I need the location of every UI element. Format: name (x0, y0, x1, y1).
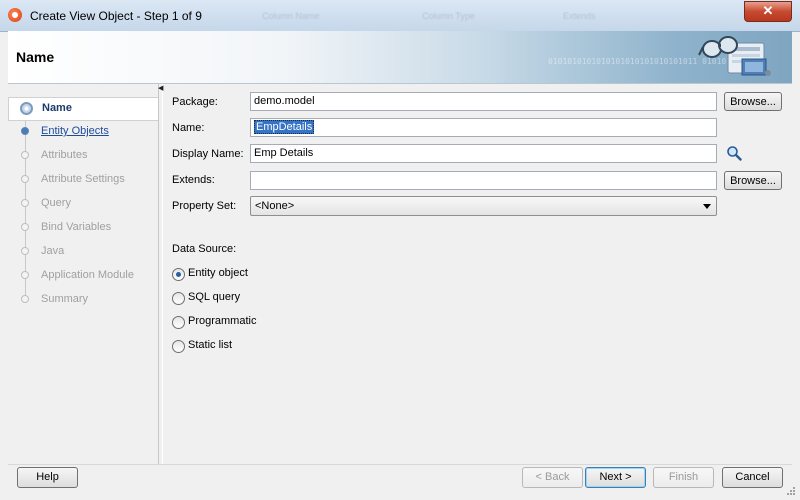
step-dot-icon (21, 199, 29, 207)
step-bind-variables: Bind Variables (8, 217, 158, 239)
chevron-down-icon (703, 204, 711, 209)
radio-icon (172, 316, 185, 329)
app-icon (8, 8, 22, 22)
data-source-label: Data Source: (172, 243, 237, 255)
step-dot-icon (21, 151, 29, 159)
step-application-module: Application Module (8, 265, 158, 287)
property-set-value: <None> (255, 200, 295, 212)
footer-divider (8, 464, 792, 465)
wizard-steps: Name Entity Objects Attributes Attribute… (8, 84, 159, 464)
cancel-button[interactable]: Cancel (722, 467, 783, 488)
title-bar: Create View Object - Step 1 of 9 Column … (0, 0, 800, 32)
radio-label: Programmatic (188, 315, 257, 327)
package-browse-button[interactable]: Browse... (724, 92, 782, 111)
name-value: EmpDetails (254, 120, 315, 134)
radio-label: Entity object (188, 267, 248, 279)
resize-grip-icon[interactable] (786, 486, 796, 496)
step-entity-objects[interactable]: Entity Objects (8, 121, 158, 143)
package-label: Package: (172, 96, 218, 108)
name-label: Name: (172, 122, 205, 134)
radio-label: SQL query (188, 291, 241, 303)
faint-title-1: Column Name (262, 11, 320, 21)
step-label: Name (42, 102, 72, 114)
step-dot-icon (21, 271, 29, 279)
faint-title-3: Extends (563, 11, 596, 21)
panel-splitter[interactable]: ◀ (158, 84, 163, 464)
step-dot-icon (21, 295, 29, 303)
finish-button[interactable]: Finish (653, 467, 714, 488)
extends-browse-button[interactable]: Browse... (724, 171, 782, 190)
faint-title-2: Column Type (422, 11, 475, 21)
step-label: Attribute Settings (41, 173, 125, 185)
wizard-glasses-icon (698, 36, 771, 76)
property-set-label: Property Set: (172, 200, 237, 212)
extends-field[interactable] (250, 171, 717, 190)
back-button[interactable]: < Back (522, 467, 583, 488)
step-dot-icon (21, 247, 29, 255)
step-dot-icon (21, 223, 29, 231)
step-label: Query (41, 197, 71, 209)
search-icon[interactable] (726, 145, 742, 161)
radio-label: Static list (188, 339, 233, 351)
step-java: Java (8, 241, 158, 263)
step-query: Query (8, 193, 158, 215)
step-current-icon (20, 102, 33, 115)
step-summary: Summary (8, 289, 158, 311)
step-label: Attributes (41, 149, 88, 161)
close-button[interactable]: ✕ (744, 1, 792, 22)
step-label: Summary (41, 293, 89, 305)
display-name-label: Display Name: (172, 148, 244, 160)
step-label: Application Module (41, 269, 134, 281)
radio-icon (172, 292, 185, 305)
radio-selected-icon (172, 268, 185, 281)
step-dot-icon (21, 127, 29, 135)
page-title: Name (16, 49, 55, 65)
package-field[interactable]: demo.model (250, 92, 717, 111)
window-title: Create View Object - Step 1 of 9 (30, 9, 202, 23)
collapse-arrow-icon: ◀ (158, 85, 164, 92)
step-label: Entity Objects (41, 125, 109, 137)
step-name[interactable]: Name (8, 97, 159, 121)
step-dot-icon (21, 175, 29, 183)
name-field[interactable]: EmpDetails (250, 118, 717, 137)
help-button[interactable]: Help (17, 467, 78, 488)
wizard-header: Name 0101010101010101010101010101011 010… (8, 31, 792, 84)
next-button[interactable]: Next > (585, 467, 646, 488)
property-set-select[interactable]: <None> (250, 196, 717, 216)
step-label: Bind Variables (41, 221, 112, 233)
step-attributes: Attributes (8, 145, 158, 167)
step-label: Java (41, 245, 65, 257)
radio-icon (172, 340, 185, 353)
display-name-field[interactable]: Emp Details (250, 144, 717, 163)
extends-label: Extends: (172, 174, 215, 186)
step-attribute-settings: Attribute Settings (8, 169, 158, 191)
